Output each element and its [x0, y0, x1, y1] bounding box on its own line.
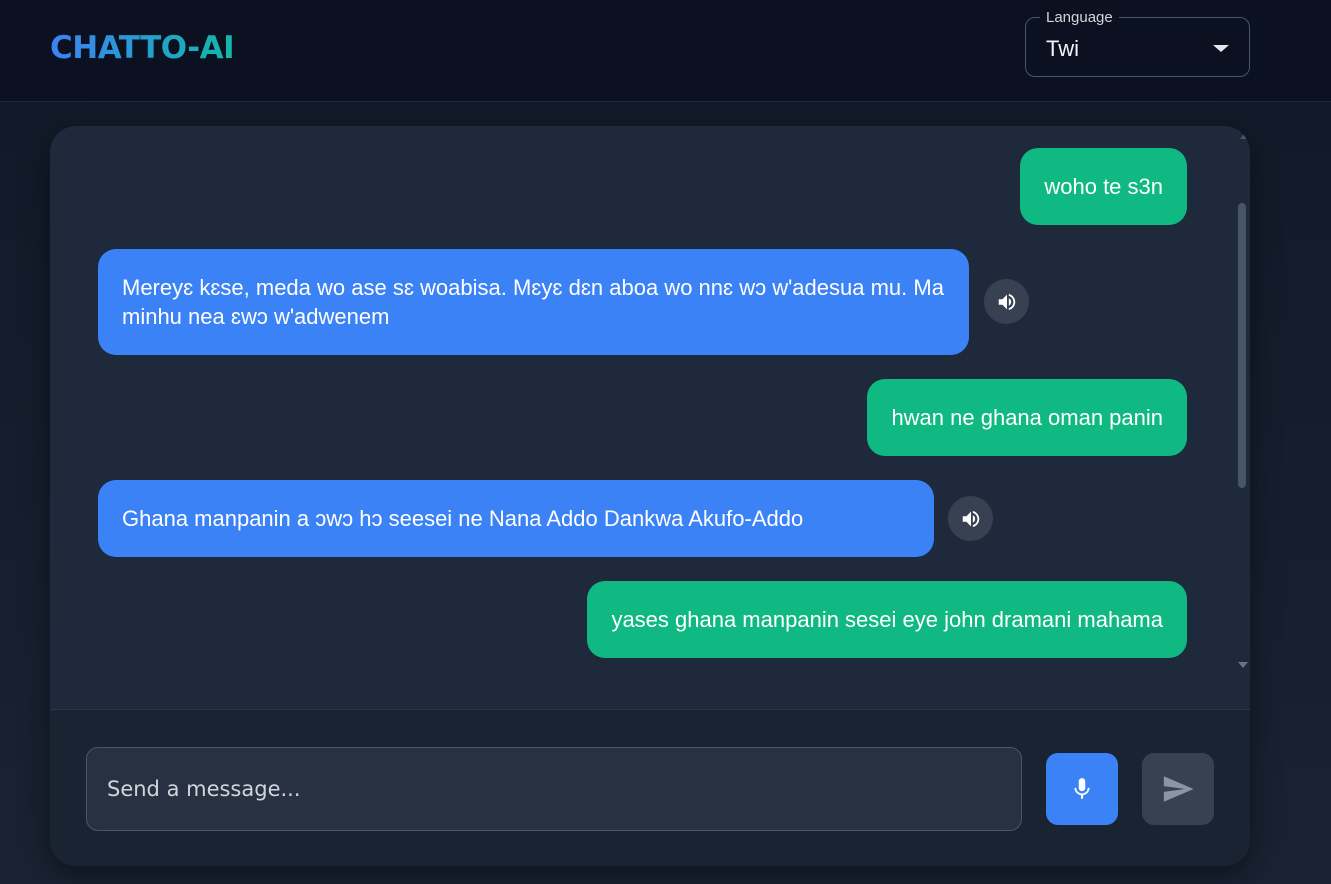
speaker-icon[interactable] — [948, 496, 993, 541]
send-icon — [1163, 776, 1194, 802]
user-message: woho te s3n — [1020, 148, 1187, 225]
microphone-icon — [1074, 778, 1090, 799]
app-logo: CHATTO-AI — [50, 30, 235, 66]
user-message: yases ghana manpanin sesei eye john dram… — [587, 581, 1187, 658]
assistant-message: Ghana manpanin a ɔwɔ hɔ seesei ne Nana A… — [98, 480, 934, 557]
chat-panel: woho te s3n Mereyɛ kɛse, meda wo ase sɛ … — [50, 126, 1250, 866]
scroll-up-icon[interactable] — [1240, 134, 1248, 139]
assistant-message: Mereyɛ kɛse, meda wo ase sɛ woabisa. Mɛy… — [98, 249, 969, 355]
scroll-down-icon[interactable] — [1238, 662, 1248, 668]
message-list[interactable]: woho te s3n Mereyɛ kɛse, meda wo ase sɛ … — [50, 126, 1250, 709]
speaker-icon[interactable] — [984, 279, 1029, 324]
message-input[interactable] — [86, 747, 1022, 831]
language-value: Twi — [1046, 36, 1079, 61]
user-message: hwan ne ghana oman panin — [867, 379, 1187, 456]
language-select[interactable]: Language Twi — [1025, 9, 1250, 77]
language-label: Language — [1040, 9, 1119, 26]
scrollbar-thumb[interactable] — [1238, 203, 1246, 488]
microphone-button[interactable] — [1046, 753, 1118, 825]
composer-bar — [50, 709, 1250, 866]
caret-down-icon — [1213, 45, 1229, 52]
app-header: CHATTO-AI Language Twi — [0, 0, 1331, 102]
send-button[interactable] — [1142, 753, 1214, 825]
